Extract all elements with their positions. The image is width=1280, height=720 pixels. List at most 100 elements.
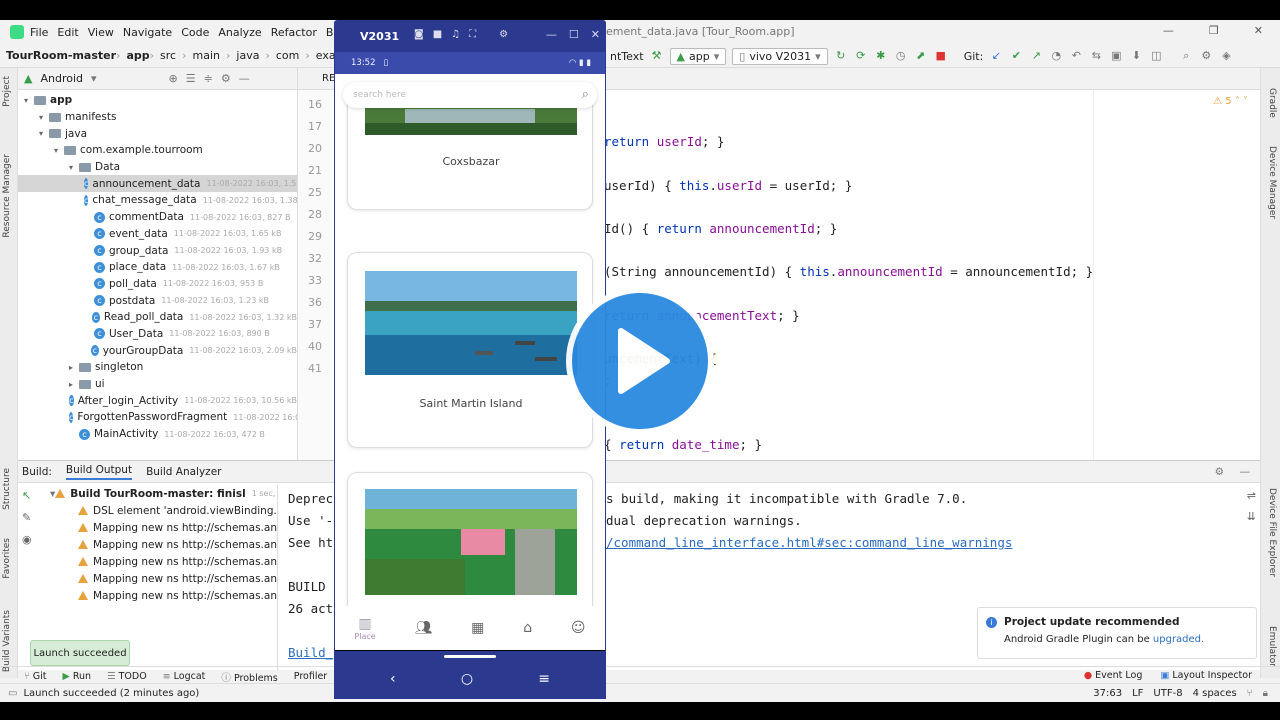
tool-tab-gradle[interactable]: Gradle <box>1267 88 1277 118</box>
project-tree-item[interactable]: c place_data 11-08-2022 16:03, 1.67 kB <box>18 259 297 276</box>
menu-analyze[interactable]: Analyze <box>218 26 261 39</box>
project-tree-item[interactable]: c group_data 11-08-2022 16:03, 1.93 kB <box>18 242 297 259</box>
upgrade-link[interactable]: upgraded. <box>1153 634 1204 645</box>
build-tree-item[interactable]: ▾ Build TourRoom-master: finisl1 sec, 35… <box>46 485 277 502</box>
project-tree-item[interactable]: c MainActivity 11-08-2022 16:03, 472 B <box>18 426 297 443</box>
project-tree-item[interactable]: c commentData 11-08-2022 16:03, 827 B <box>18 209 297 226</box>
project-tree-item[interactable]: ▸ singleton <box>18 359 297 376</box>
rerun-icon[interactable]: ⟳ <box>854 49 868 63</box>
build-tree-item[interactable]: Mapping new ns http://schemas.android.c <box>46 553 277 570</box>
build-pin-icon[interactable]: ✎ <box>22 511 42 533</box>
attach-debugger-icon[interactable]: ⬈ <box>914 49 928 63</box>
profile-icon[interactable]: ◷ <box>894 49 908 63</box>
screenshot-icon[interactable]: ◙ <box>414 29 424 40</box>
menu-refactor[interactable]: Refactor <box>271 26 317 39</box>
recents-icon[interactable]: ≡ <box>538 671 550 687</box>
project-tree-item[interactable]: cannouncement_data 11-08-2022 16:03, 1.53… <box>18 175 297 193</box>
video-play-button[interactable] <box>566 287 714 435</box>
project-tree-item[interactable]: c poll_data 11-08-2022 16:03, 953 B <box>18 276 297 293</box>
fullscreen-icon[interactable]: ⛶ <box>469 29 476 40</box>
module-selector[interactable]: ▲ app ▾ <box>669 47 727 65</box>
tool-logcat[interactable]: ≡ Logcat <box>163 671 206 682</box>
tree-arrow-icon[interactable]: ▸ <box>69 380 79 389</box>
tool-problems[interactable]: ⓘ Problems <box>221 670 277 684</box>
tree-arrow-icon[interactable]: ▾ <box>39 113 49 122</box>
tool-tab-resource-manager[interactable]: Resource Manager <box>2 154 12 238</box>
tree-arrow-icon[interactable]: ▾ <box>39 129 49 138</box>
place-card[interactable]: Saint Martin Island <box>347 252 593 448</box>
gradle-sync-icon[interactable]: ⇆ <box>1089 49 1103 63</box>
nav-groups-icon[interactable]: 👥︎ <box>415 620 433 636</box>
tool-event-log[interactable]: ● Event Log <box>1084 670 1143 681</box>
tab-build-output[interactable]: Build Output <box>65 464 133 480</box>
caret-position[interactable]: 37:63 <box>1093 688 1122 699</box>
breadcrumb-com[interactable]: com <box>276 49 300 62</box>
assistant-icon[interactable]: ◫ <box>1149 49 1163 63</box>
project-view-selector[interactable]: Android <box>40 72 83 85</box>
project-tree-item[interactable]: ▾ com.example.tourroom <box>18 142 297 159</box>
breadcrumb-method[interactable]: ntText <box>610 50 644 63</box>
tree-arrow-icon[interactable]: ▾ <box>54 146 64 155</box>
ide-features-icon[interactable]: ◈ <box>1219 49 1233 63</box>
project-tree-item[interactable]: c chat_message_data 11-08-2022 16:03, 1.38… <box>18 192 297 209</box>
tool-tab-device-file-explorer[interactable]: Device File Explorer <box>1267 488 1277 577</box>
git-update-icon[interactable]: ↙ <box>989 49 1003 63</box>
menu-file[interactable]: File <box>30 26 48 39</box>
expand-all-icon[interactable]: ☰ <box>186 72 196 85</box>
project-tree-item[interactable]: ▾ java <box>18 125 297 142</box>
phone-maximize-icon[interactable]: ☐ <box>569 28 579 41</box>
close-icon[interactable]: ✕ <box>1254 24 1263 37</box>
phone-close-icon[interactable]: ✕ <box>591 28 600 41</box>
panel-settings-icon[interactable]: ⚙ <box>221 72 231 85</box>
collapse-all-icon[interactable]: ≑ <box>204 72 213 85</box>
back-icon[interactable]: ‹ <box>390 671 396 687</box>
breadcrumb-main[interactable]: main <box>193 49 220 62</box>
git-push-icon[interactable]: ↗ <box>1029 49 1043 63</box>
project-tree-item[interactable]: ▾ manifests <box>18 109 297 126</box>
code-area[interactable]: return userId; } userId) { this.userId = … <box>604 90 1244 460</box>
minimize-icon[interactable]: — <box>1163 24 1174 37</box>
build-tree-item[interactable]: Mapping new ns http://schemas.android.c <box>46 587 277 604</box>
tool-tab-emulator[interactable]: Emulator <box>1267 626 1277 667</box>
tool-run[interactable]: ▶ Run <box>62 671 91 682</box>
build-tree-item[interactable]: Mapping new ns http://schemas.android.c <box>46 570 277 587</box>
audio-icon[interactable]: ♫ <box>451 29 460 40</box>
build-output-line[interactable]: Build_ <box>288 645 333 660</box>
menu-code[interactable]: Code <box>181 26 209 39</box>
git-history-icon[interactable]: ◔ <box>1049 49 1063 63</box>
line-separator[interactable]: LF <box>1132 688 1143 699</box>
breadcrumb-app[interactable]: app <box>126 49 149 62</box>
settings-icon[interactable]: ⚙ <box>1199 49 1213 63</box>
menu-navigate[interactable]: Navigate <box>123 26 172 39</box>
hammer-icon[interactable]: ⚒ <box>650 49 664 63</box>
search-everywhere-icon[interactable]: ⌕ <box>1179 49 1193 63</box>
build-tree-item[interactable]: Mapping new ns http://schemas.android.c <box>46 519 277 536</box>
tab-build-analyzer[interactable]: Build Analyzer <box>146 466 221 478</box>
tool-todo[interactable]: ☰ TODO <box>107 671 147 682</box>
build-settings-icon[interactable]: ⚙ <box>1215 466 1224 478</box>
tool-tab-favorites[interactable]: Favorites <box>2 538 12 579</box>
apply-changes-icon[interactable]: ↻ <box>834 49 848 63</box>
breadcrumb-project[interactable]: TourRoom-master <box>6 49 116 62</box>
debug-icon[interactable]: ✱ <box>874 49 888 63</box>
nav-place[interactable]: ▥ Place <box>354 616 375 641</box>
stop-icon[interactable]: ■ <box>934 49 948 63</box>
restore-icon[interactable]: ❐ <box>1209 24 1219 37</box>
lock-icon[interactable]: 🔒︎ <box>1263 688 1268 699</box>
search-icon[interactable]: ⌕ <box>582 87 589 102</box>
build-hide-icon[interactable]: — <box>1240 466 1251 478</box>
project-tree-item[interactable]: c User_Data 11-08-2022 16:03, 890 B <box>18 326 297 343</box>
device-manager-icon[interactable]: ▣ <box>1109 49 1123 63</box>
menu-view[interactable]: View <box>88 26 114 39</box>
project-tree-item[interactable]: c After_login_Activity 11-08-2022 16:03, 1… <box>18 392 297 409</box>
project-tree-item[interactable]: c postdata 11-08-2022 16:03, 1.23 kB <box>18 292 297 309</box>
build-output-line[interactable]: /command_line_interface.html#sec:command… <box>606 535 1012 550</box>
notification-balloon[interactable]: i Project update recommended Android Gra… <box>977 607 1257 659</box>
indent-setting[interactable]: 4 spaces <box>1193 688 1237 699</box>
phone-settings-icon[interactable]: ⚙ <box>499 29 508 40</box>
menu-edit[interactable]: Edit <box>57 26 78 39</box>
nav-profile-icon[interactable]: ☺ <box>571 620 586 636</box>
tool-tab-project[interactable]: Project <box>2 76 12 107</box>
project-tree-item[interactable]: c yourGroupData 11-08-2022 16:03, 2.09 kB <box>18 342 297 359</box>
project-tree-item[interactable]: ▾ app <box>18 92 297 109</box>
